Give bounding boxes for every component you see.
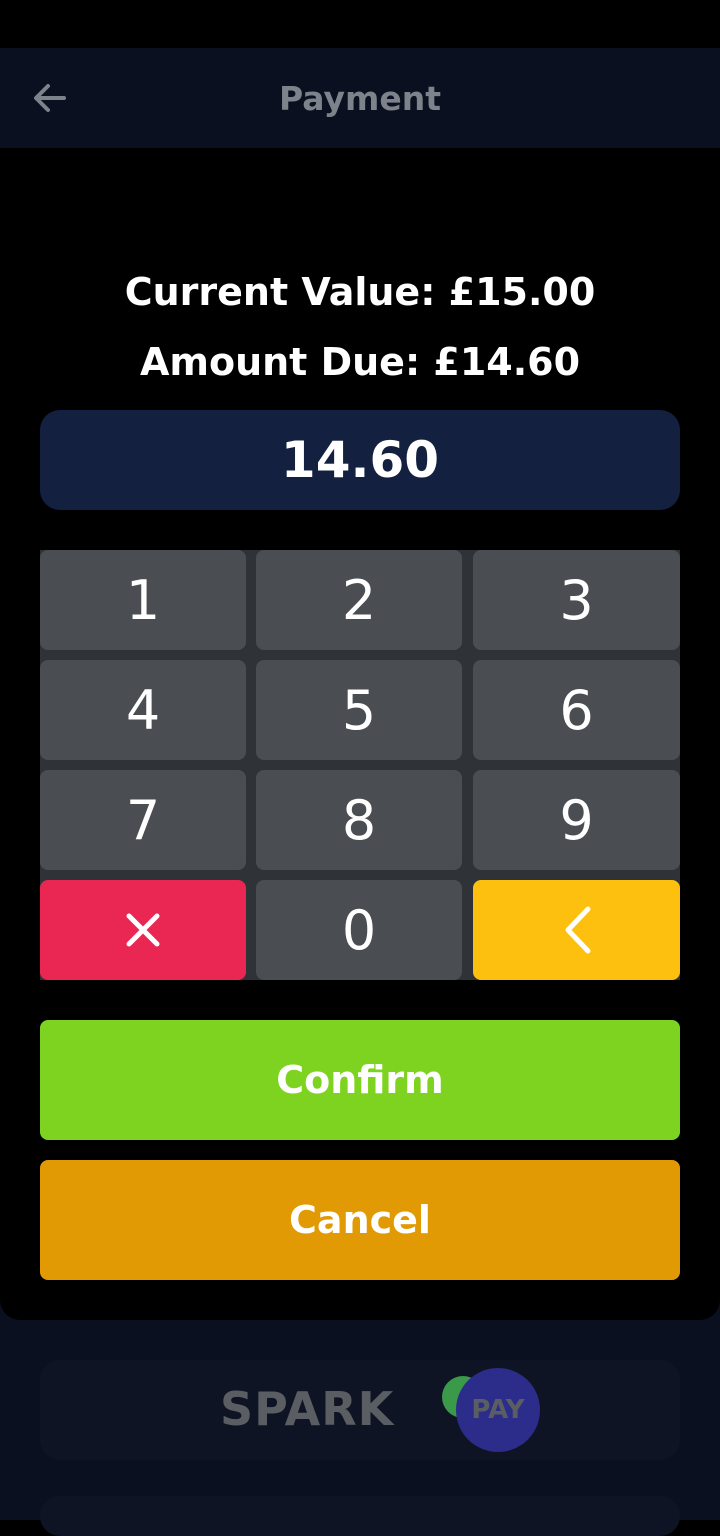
amount-input[interactable]: 14.60 — [40, 410, 680, 510]
chevron-left-icon — [565, 906, 590, 954]
brand-card: PAY SPARK — [40, 1360, 680, 1460]
key-9[interactable]: 9 — [473, 770, 680, 870]
key-2[interactable]: 2 — [256, 550, 462, 650]
back-button[interactable] — [20, 68, 80, 128]
key-8[interactable]: 8 — [256, 770, 462, 870]
clear-button[interactable] — [40, 880, 246, 980]
confirm-button[interactable]: Confirm — [40, 1020, 680, 1140]
logo-pay-text: PAY — [471, 1395, 525, 1425]
key-4[interactable]: 4 — [40, 660, 246, 760]
key-7[interactable]: 7 — [40, 770, 246, 870]
page-title: Payment — [278, 78, 442, 118]
sparkpay-logo: PAY SPARK — [220, 1368, 540, 1454]
key-1[interactable]: 1 — [40, 550, 246, 650]
backspace-button[interactable] — [473, 880, 680, 980]
amount-due-label: Amount Due: £14.60 — [139, 340, 581, 384]
secondary-card — [40, 1496, 680, 1536]
numeric-keypad: 1 2 3 4 5 6 7 8 9 0 — [40, 550, 680, 980]
current-value-label: Current Value: £15.00 — [124, 270, 596, 314]
payment-sheet: Current Value: £15.00 Amount Due: £14.60… — [0, 148, 720, 1320]
app-bar: Payment — [0, 48, 720, 148]
status-bar — [0, 0, 720, 48]
logo-spark-text: SPARK — [220, 1382, 395, 1436]
key-3[interactable]: 3 — [473, 550, 680, 650]
key-6[interactable]: 6 — [473, 660, 680, 760]
arrow-left-icon — [34, 84, 66, 112]
key-0[interactable]: 0 — [256, 880, 462, 980]
cancel-button[interactable]: Cancel — [40, 1160, 680, 1280]
logo-blue-circle: PAY — [456, 1368, 540, 1452]
close-icon — [126, 913, 160, 947]
key-5[interactable]: 5 — [256, 660, 462, 760]
